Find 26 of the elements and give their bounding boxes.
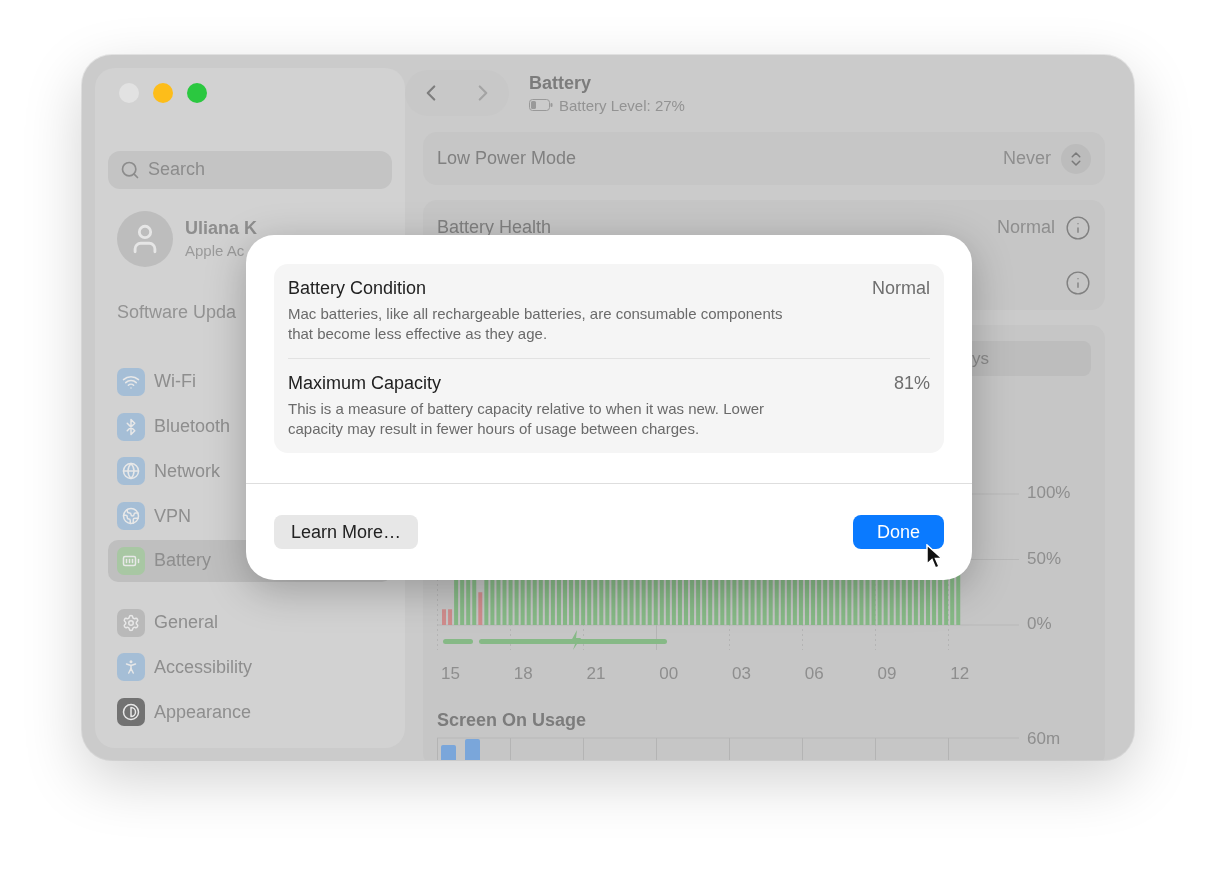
screen-usage-title: Screen On Usage: [437, 710, 588, 731]
x-axis-label: 18: [512, 664, 534, 684]
x-axis-label: 03: [731, 664, 752, 684]
y-axis-label: 0%: [1027, 614, 1052, 634]
detail-title: Maximum Capacity: [288, 373, 442, 394]
y-axis-label: 60m: [1027, 729, 1061, 749]
y-axis-label: 50%: [1027, 548, 1062, 569]
x-axis-label: 12: [949, 664, 971, 684]
x-axis-label: 00: [658, 664, 680, 684]
low-power-label: Low Power Mode: [437, 148, 578, 169]
x-axis-label: 15: [440, 664, 461, 684]
y-axis-label: 100%: [1027, 483, 1071, 503]
detail-value: 81%: [893, 373, 930, 394]
detail-description: This is a measure of battery capacity relative to when it was new. Lower capacity may result in fewer hours of usage between charges.: [288, 399, 766, 439]
detail-description: Mac batteries, like all rechargeable batteries, are consumable components that become less effective as they age.: [288, 304, 784, 344]
x-axis-label: 06: [803, 664, 825, 684]
detail-title: Battery Condition: [288, 278, 427, 299]
search-placeholder: Search: [148, 159, 206, 181]
account-name: Uliana K: [185, 218, 258, 240]
battery-level-text: Battery Level: 27%: [559, 96, 685, 114]
page-title: Battery: [529, 72, 593, 94]
x-axis-label: 21: [585, 664, 607, 684]
battery-health-value: Normal: [997, 217, 1055, 238]
x-axis-label: 09: [876, 664, 898, 684]
detail-value: Normal: [872, 278, 930, 299]
battery-health-label: Battery Health: [437, 217, 553, 238]
